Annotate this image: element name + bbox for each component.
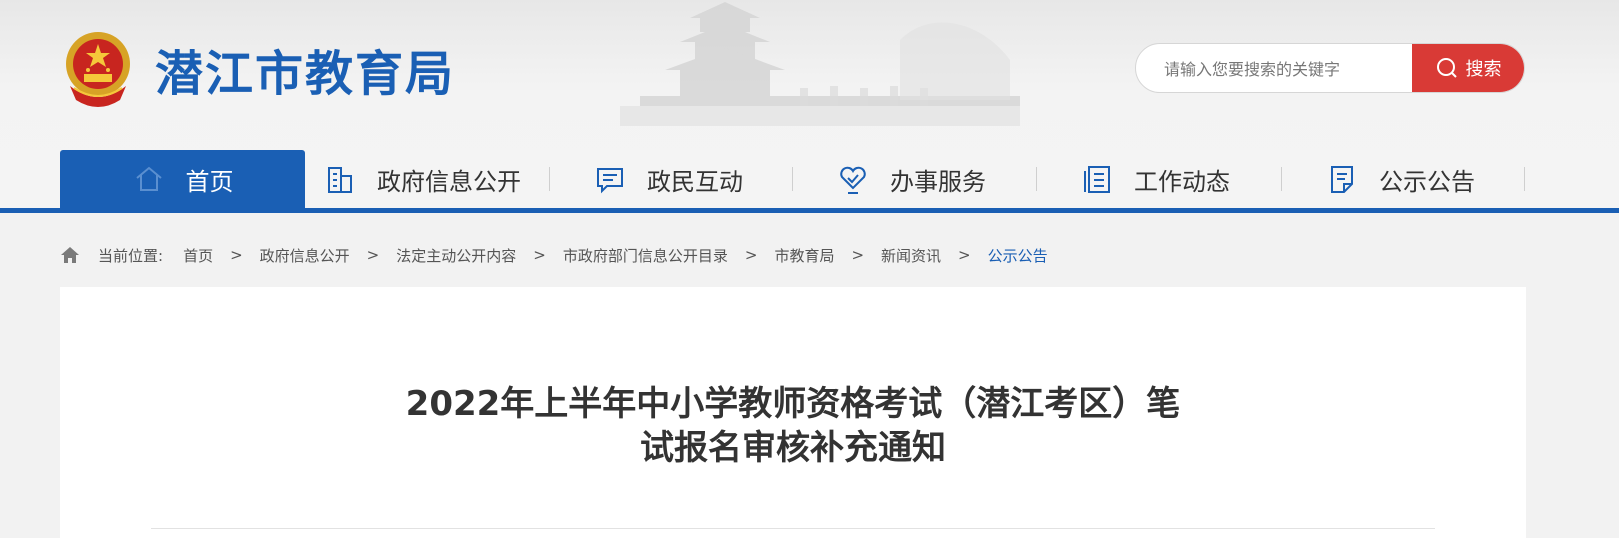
breadcrumb-separator: >	[744, 246, 758, 264]
breadcrumb: 当前位置: 首页 > 政府信息公开 > 法定主动公开内容 > 市政府部门信息公开…	[60, 243, 1048, 267]
nav-item-services[interactable]: 办事服务	[836, 150, 986, 208]
breadcrumb-separator: >	[230, 246, 243, 264]
document-list-icon	[1084, 166, 1110, 193]
breadcrumb-separator: >	[366, 246, 380, 264]
nav-separator	[792, 167, 793, 191]
search-button[interactable]: 搜索	[1412, 44, 1524, 92]
search-button-label: 搜索	[1465, 59, 1502, 80]
breadcrumb-item[interactable]: 法定主动公开内容	[396, 245, 516, 266]
nav-item-gov-info[interactable]: 政府信息公开	[323, 150, 521, 208]
breadcrumb-item[interactable]: 新闻资讯	[881, 245, 941, 266]
building-icon	[328, 167, 352, 193]
nav-item-label: 工作动态	[1134, 167, 1230, 196]
nav-item-home[interactable]: 首页	[60, 150, 305, 208]
breadcrumb-item[interactable]: 市教育局	[774, 245, 834, 266]
nav-separator	[1281, 167, 1282, 191]
search-icon	[1436, 58, 1457, 78]
article-title: 2022年上半年中小学教师资格考试（潜江考区）笔 试报名审核补充通知	[60, 382, 1526, 470]
nav-separator	[1524, 167, 1525, 191]
article-container: 2022年上半年中小学教师资格考试（潜江考区）笔 试报名审核补充通知	[60, 287, 1526, 538]
nav-item-work-news[interactable]: 工作动态	[1080, 150, 1230, 208]
breadcrumb-separator: >	[851, 246, 865, 264]
nav-item-interaction[interactable]: 政民互动	[593, 150, 743, 208]
nav-item-label: 政民互动	[647, 167, 743, 196]
nav-item-notices[interactable]: 公示公告	[1325, 150, 1475, 208]
breadcrumb-current[interactable]: 公示公告	[988, 245, 1048, 266]
nav-item-label: 公示公告	[1379, 167, 1475, 196]
national-emblem-icon	[66, 32, 130, 107]
breadcrumb-separator: >	[533, 246, 546, 264]
search-box: 搜索	[1135, 43, 1525, 93]
site-title[interactable]: 潜江市教育局	[155, 34, 455, 104]
nav-item-label: 政府信息公开	[377, 167, 521, 196]
search-input[interactable]	[1162, 44, 1406, 92]
nav-separator	[549, 167, 550, 191]
breadcrumb-separator: >	[958, 246, 971, 264]
nav-item-label: 首页	[185, 167, 234, 196]
breadcrumb-item[interactable]: 市政府部门信息公开目录	[563, 245, 728, 266]
chat-icon	[597, 168, 623, 194]
divider	[151, 528, 1435, 529]
nav-item-label: 办事服务	[890, 167, 986, 196]
heart-service-icon	[840, 166, 866, 194]
home-icon	[61, 247, 79, 263]
breadcrumb-prefix: 当前位置:	[98, 246, 164, 265]
pavilion-scenery-icon	[620, 2, 1020, 126]
nav-underline	[0, 208, 1619, 213]
breadcrumb-item[interactable]: 政府信息公开	[260, 245, 350, 266]
article-title-line: 试报名审核补充通知	[640, 428, 946, 468]
article-title-line: 2022年上半年中小学教师资格考试（潜江考区）笔	[405, 384, 1181, 424]
home-icon	[135, 166, 162, 191]
nav-separator	[1036, 167, 1037, 191]
breadcrumb-item[interactable]: 首页	[183, 245, 213, 266]
notice-icon	[1331, 166, 1353, 193]
